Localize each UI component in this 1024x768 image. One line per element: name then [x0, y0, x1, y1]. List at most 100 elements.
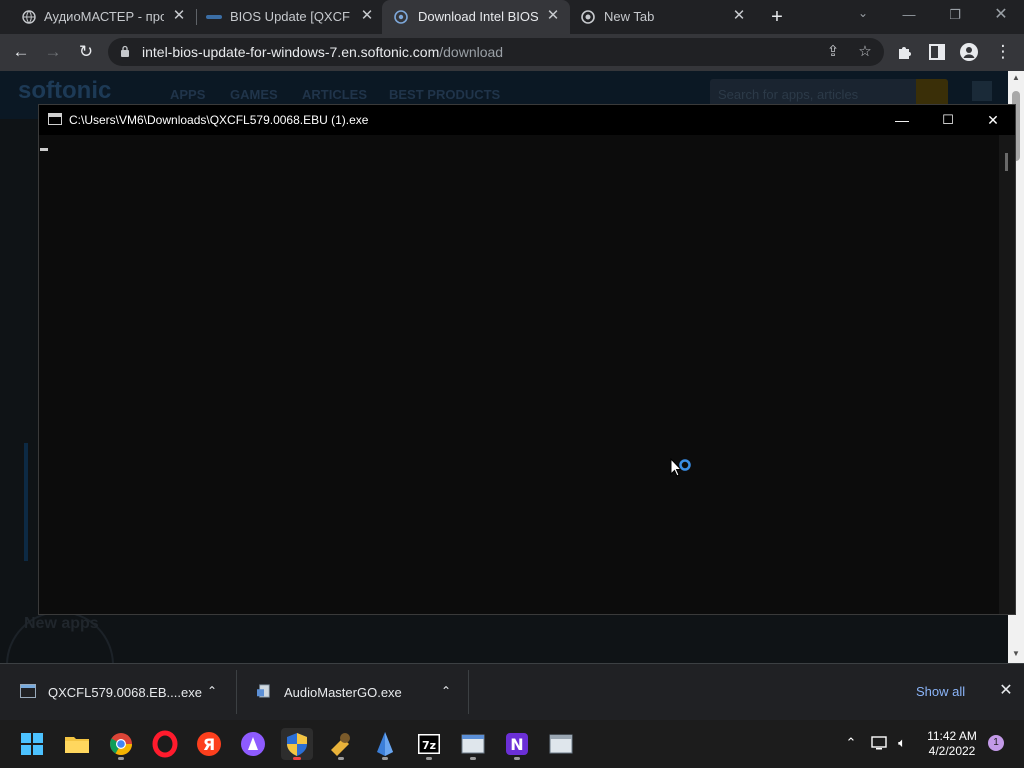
chrome-icon — [110, 733, 132, 755]
crystal-icon — [377, 732, 393, 756]
softonic-logo[interactable]: softonic — [18, 77, 111, 105]
share-icon[interactable]: ⇪ — [824, 43, 842, 61]
download-options-chevron-icon[interactable]: ⌃ — [438, 683, 454, 699]
uac-shield-icon — [287, 733, 307, 756]
download-item[interactable]: QXCFL579.0068.EB....exe ⌃ — [0, 664, 236, 721]
extensions-puzzle-icon[interactable] — [896, 43, 914, 61]
console-minimize-button[interactable]: — — [879, 105, 925, 135]
tab-close-icon[interactable]: ✕ — [360, 8, 374, 23]
windows-platform-icon — [972, 81, 992, 101]
browser-toolbar: ← → ↻ intel-bios-update-for-windows-7.en… — [0, 34, 1024, 71]
running-indicator — [338, 757, 344, 760]
running-indicator — [470, 757, 476, 760]
console-app-icon — [48, 113, 62, 125]
taskbar-security-shield[interactable] — [281, 728, 313, 760]
nav-articles[interactable]: ARTICLES — [302, 87, 367, 102]
taskbar-file-explorer[interactable] — [61, 728, 93, 760]
minimize-icon[interactable]: — — [886, 0, 932, 30]
accent-bar — [24, 443, 28, 561]
clock-time: 11:42 AM — [927, 729, 977, 743]
network-icon[interactable] — [870, 734, 888, 752]
notification-badge[interactable]: 1 — [988, 735, 1004, 751]
show-all-downloads-link[interactable]: Show all — [916, 684, 965, 699]
side-panel-icon[interactable] — [929, 44, 945, 60]
download-filename: QXCFL579.0068.EB....exe — [48, 685, 202, 700]
download-item[interactable]: AudioMasterGO.exe ⌃ — [236, 664, 468, 721]
scroll-up-arrow-icon[interactable]: ▲ — [1011, 73, 1021, 82]
svg-text:Я: Я — [203, 735, 215, 754]
download-shelf: QXCFL579.0068.EB....exe ⌃ AudioMasterGO.… — [0, 663, 1024, 720]
console-window[interactable]: C:\Users\VM6\Downloads\QXCFL579.0068.EBU… — [38, 104, 1016, 615]
console-maximize-button[interactable]: ☐ — [925, 105, 971, 135]
globe-icon — [22, 10, 36, 24]
scroll-down-arrow-icon[interactable]: ▼ — [1011, 649, 1021, 658]
profile-avatar-icon[interactable] — [960, 43, 978, 61]
nav-apps[interactable]: APPS — [170, 87, 205, 102]
running-indicator — [118, 757, 124, 760]
forward-arrow-icon[interactable]: → — [43, 42, 63, 62]
svg-text:N: N — [510, 735, 523, 754]
download-filename: AudioMasterGO.exe — [284, 685, 402, 700]
tab-title: АудиоМАСТЕР - прост — [44, 9, 164, 24]
show-hidden-icons-chevron-icon[interactable]: ⌃ — [842, 734, 860, 752]
yandex-icon: Я — [197, 732, 221, 756]
menu-kebab-icon[interactable]: ⋮ — [993, 42, 1013, 62]
windows-taskbar: Я 7z N ⌃ 🔈︎ 11:42 AM 4/2/2022 1 — [0, 720, 1024, 768]
download-divider — [468, 670, 469, 714]
tab-title: BIOS Update [QXCFL57 — [230, 9, 350, 24]
running-indicator — [514, 757, 520, 760]
window-app-icon — [549, 734, 573, 754]
lock-icon[interactable] — [120, 45, 130, 57]
running-indicator — [382, 757, 388, 760]
close-shelf-icon[interactable]: ✕ — [997, 682, 1015, 700]
running-indicator — [293, 757, 301, 760]
console-scrollbar[interactable] — [999, 135, 1015, 614]
tab-bios-update[interactable]: BIOS Update [QXCFL57 ✕ — [196, 0, 382, 34]
url-path: /download — [439, 44, 504, 60]
address-bar[interactable]: intel-bios-update-for-windows-7.en.softo… — [108, 38, 884, 66]
tab-download-intel-bios[interactable]: Download Intel BIOS U ✕ — [382, 0, 570, 34]
close-window-icon[interactable]: ✕ — [978, 0, 1024, 30]
console-title: C:\Users\VM6\Downloads\QXCFL579.0068.EBU… — [69, 113, 369, 127]
taskbar-chrome[interactable] — [105, 728, 137, 760]
taskbar-console-host[interactable] — [545, 728, 577, 760]
running-indicator — [426, 757, 432, 760]
download-options-chevron-icon[interactable]: ⌃ — [204, 683, 220, 699]
taskbar-installer[interactable] — [457, 728, 489, 760]
url-host: intel-bios-update-for-windows-7.en.softo… — [142, 44, 440, 60]
taskbar-crystal-app[interactable] — [369, 728, 401, 760]
back-arrow-icon[interactable]: ← — [11, 42, 31, 62]
new-tab-plus-icon[interactable]: + — [766, 6, 788, 28]
taskbar-alice[interactable] — [237, 728, 269, 760]
system-clock[interactable]: 11:42 AM 4/2/2022 — [918, 729, 986, 759]
bookmark-star-icon[interactable]: ☆ — [856, 43, 874, 61]
url-text[interactable]: intel-bios-update-for-windows-7.en.softo… — [142, 44, 503, 60]
7zip-icon: 7z — [418, 734, 440, 754]
taskbar-yandex[interactable]: Я — [193, 728, 225, 760]
new-apps-heading: New apps — [24, 615, 99, 632]
clock-date: 4/2/2022 — [928, 744, 976, 758]
taskbar-n-app[interactable]: N — [501, 728, 533, 760]
tab-close-icon[interactable]: ✕ — [546, 8, 560, 23]
nav-games[interactable]: GAMES — [230, 87, 278, 102]
volume-icon[interactable]: 🔈︎ — [893, 734, 911, 752]
taskbar-opera[interactable] — [149, 728, 181, 760]
console-titlebar[interactable]: C:\Users\VM6\Downloads\QXCFL579.0068.EBU… — [39, 105, 1015, 135]
n-letter-app-icon: N — [506, 733, 528, 755]
tab-close-icon[interactable]: ✕ — [172, 8, 186, 23]
restore-icon[interactable]: ❐ — [932, 0, 978, 30]
taskbar-audiomaster[interactable] — [325, 728, 357, 760]
console-close-button[interactable]: ✕ — [970, 105, 1016, 135]
console-scrollbar-thumb[interactable] — [1005, 153, 1008, 171]
reload-icon[interactable]: ↻ — [76, 42, 96, 62]
start-windows-icon[interactable] — [16, 728, 48, 760]
busy-pointer-icon — [670, 458, 691, 477]
taskbar-7zip[interactable]: 7z — [413, 728, 445, 760]
tab-new-tab[interactable]: New Tab ✕ — [570, 0, 756, 34]
tab-audiomaster[interactable]: АудиоМАСТЕР - прост ✕ — [0, 0, 195, 34]
installer-file-icon — [257, 684, 270, 698]
tab-close-icon[interactable]: ✕ — [732, 8, 746, 23]
tab-search-chevron-icon[interactable]: ⌄ — [855, 6, 871, 22]
tab-title: Download Intel BIOS U — [418, 9, 538, 24]
nav-best-products[interactable]: BEST PRODUCTS — [389, 87, 500, 102]
